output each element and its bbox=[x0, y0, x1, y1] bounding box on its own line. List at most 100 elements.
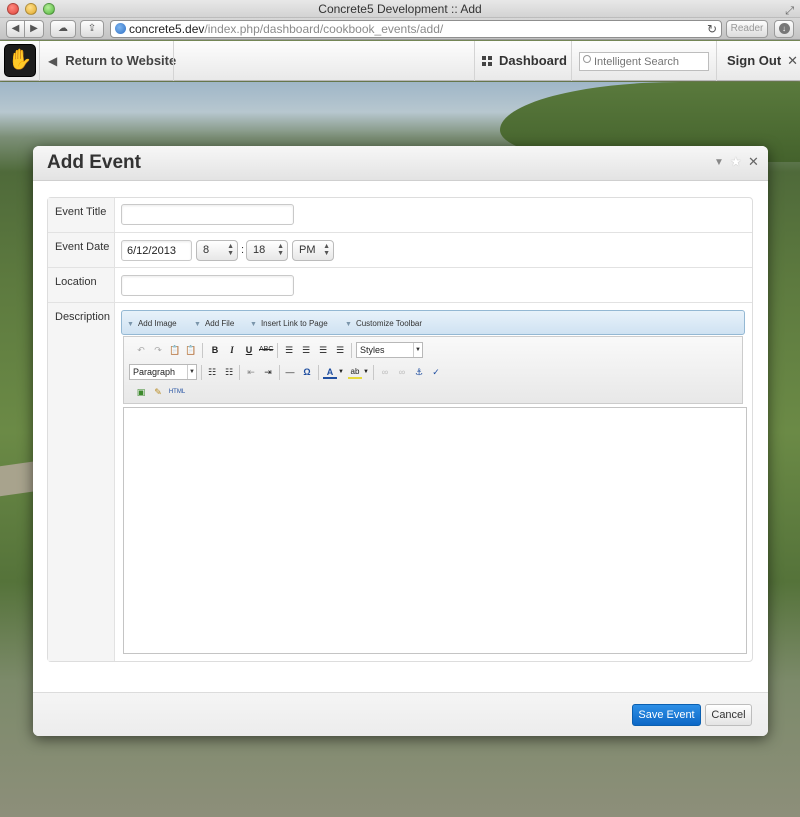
italic-icon[interactable]: I bbox=[225, 343, 239, 357]
insert-link-to-page-link[interactable]: ▼ Insert Link to Page bbox=[250, 319, 328, 328]
description-editor[interactable] bbox=[123, 407, 747, 654]
unlink-icon[interactable]: ∞ bbox=[395, 365, 409, 379]
forward-arrow-icon: ▶ bbox=[30, 23, 38, 34]
special-character-icon[interactable]: Ω bbox=[300, 365, 314, 379]
dialog-footer: Save Event Cancel bbox=[33, 692, 768, 736]
format-select-label: Paragraph bbox=[133, 367, 176, 377]
download-icon: ↓ bbox=[778, 23, 790, 34]
bold-icon[interactable]: B bbox=[208, 343, 222, 357]
sign-out-link[interactable]: Sign Out ✕ bbox=[727, 41, 798, 81]
add-file-link[interactable]: ▼ Add File bbox=[194, 319, 234, 328]
strikethrough-icon[interactable]: ABC bbox=[259, 343, 273, 357]
divider bbox=[571, 41, 572, 81]
ampm-value: PM bbox=[299, 244, 316, 256]
share-icon: ⇪ bbox=[87, 23, 97, 34]
spellcheck-icon[interactable]: ✓ bbox=[429, 365, 443, 379]
highlight-color-icon[interactable]: ab bbox=[348, 365, 362, 379]
customize-toolbar-link[interactable]: ▼ Customize Toolbar bbox=[345, 319, 422, 328]
underline-icon[interactable]: U bbox=[242, 343, 256, 357]
ampm-select[interactable]: PM ▲ ▼ bbox=[292, 240, 334, 261]
align-left-icon[interactable]: ☰ bbox=[282, 343, 296, 357]
intelligent-search-input[interactable] bbox=[579, 52, 709, 71]
back-button[interactable]: ◀ bbox=[6, 20, 25, 38]
description-label: Description bbox=[48, 303, 115, 661]
add-file-label: Add File bbox=[204, 319, 235, 328]
c5-logo-icon[interactable]: ✋ bbox=[4, 44, 36, 77]
toolbar-separator bbox=[318, 365, 319, 380]
close-icon[interactable]: ✕ bbox=[748, 154, 759, 170]
rich-text-toolbar: ↶ ↷ 📋 📋 B I U ABC ☰ ☰ ☰ ☰ Styles ▼ Parag… bbox=[123, 336, 743, 404]
add-image-link[interactable]: ▼ Add Image bbox=[127, 319, 177, 328]
numbered-list-icon[interactable]: ☷ bbox=[222, 365, 236, 379]
paste-word-icon[interactable]: 📋 bbox=[184, 343, 198, 357]
window-minimize-button[interactable] bbox=[25, 3, 37, 15]
dashboard-link[interactable]: Dashboard bbox=[482, 41, 567, 81]
customize-toolbar-label: Customize Toolbar bbox=[355, 319, 423, 328]
time-separator: : bbox=[241, 244, 245, 256]
minute-select[interactable]: 18 ▲ ▼ bbox=[246, 240, 288, 261]
align-justify-icon[interactable]: ☰ bbox=[333, 343, 347, 357]
link-icon[interactable]: ∞ bbox=[378, 365, 392, 379]
toolbar-separator bbox=[202, 343, 203, 358]
cancel-button[interactable]: Cancel bbox=[705, 704, 752, 726]
chevron-down-icon[interactable]: ▼ bbox=[337, 365, 345, 379]
anchor-icon[interactable]: ⚓ bbox=[412, 365, 426, 379]
share-button[interactable]: ⇪ bbox=[80, 20, 104, 38]
stepper-arrows-icon: ▲ ▼ bbox=[227, 243, 234, 257]
indent-icon[interactable]: ⇥ bbox=[261, 365, 275, 379]
signout-label: Sign Out bbox=[727, 53, 782, 68]
styles-select[interactable]: Styles ▼ bbox=[356, 342, 423, 358]
hour-value: 8 bbox=[203, 244, 210, 256]
text-color-icon[interactable]: A bbox=[323, 365, 337, 379]
insert-image-icon[interactable]: ▣ bbox=[134, 385, 148, 399]
close-icon: ✕ bbox=[787, 53, 799, 68]
divider bbox=[474, 41, 475, 81]
format-select[interactable]: Paragraph ▼ bbox=[129, 364, 197, 380]
triangle-down-icon: ▼ bbox=[345, 321, 352, 328]
location-input[interactable] bbox=[121, 275, 294, 296]
triangle-down-icon: ▼ bbox=[127, 321, 134, 328]
window-close-button[interactable] bbox=[7, 3, 19, 15]
url-path: /index.php/dashboard/cookbook_events/add… bbox=[204, 22, 444, 36]
redo-icon[interactable]: ↷ bbox=[151, 343, 165, 357]
return-to-website-link[interactable]: ◀ Return to Website bbox=[48, 41, 176, 81]
dialog-header: Add Event ▼ ★ ✕ bbox=[33, 146, 768, 181]
address-bar[interactable]: concrete5.dev/index.php/dashboard/cookbo… bbox=[110, 20, 722, 38]
reload-icon[interactable]: ↻ bbox=[707, 21, 717, 37]
html-source-button[interactable]: HTML bbox=[168, 385, 186, 399]
save-event-button[interactable]: Save Event bbox=[632, 704, 701, 726]
chevron-down-icon[interactable]: ▼ bbox=[714, 157, 724, 168]
editor-insert-bar: ▼ Add Image ▼ Add File ▼ Insert Link to Pag… bbox=[121, 310, 745, 335]
url-host: concrete5.dev bbox=[129, 22, 205, 36]
location-label: Location bbox=[48, 268, 115, 302]
bullet-list-icon[interactable]: ☷ bbox=[205, 365, 219, 379]
align-right-icon[interactable]: ☰ bbox=[316, 343, 330, 357]
search-icon bbox=[583, 55, 591, 63]
chevron-down-icon[interactable]: ▼ bbox=[362, 365, 370, 379]
globe-icon bbox=[115, 23, 126, 34]
triangle-down-icon: ▼ bbox=[250, 321, 257, 328]
icloud-tabs-button[interactable]: ☁ bbox=[50, 20, 76, 38]
undo-icon[interactable]: ↶ bbox=[134, 343, 148, 357]
hour-select[interactable]: 8 ▲ ▼ bbox=[196, 240, 238, 261]
toolbar-separator bbox=[373, 365, 374, 380]
dialog-title: Add Event bbox=[47, 152, 141, 173]
forward-button[interactable]: ▶ bbox=[25, 20, 44, 38]
window-zoom-button[interactable] bbox=[43, 3, 55, 15]
paste-text-icon[interactable]: 📋 bbox=[168, 343, 182, 357]
divider bbox=[173, 41, 174, 81]
cleanup-brush-icon[interactable]: ✎ bbox=[151, 385, 165, 399]
align-center-icon[interactable]: ☰ bbox=[299, 343, 313, 357]
window-title: Concrete5 Development :: Add bbox=[318, 2, 482, 16]
reader-button[interactable]: Reader bbox=[726, 20, 768, 38]
event-date-input[interactable] bbox=[121, 240, 192, 261]
event-title-input[interactable] bbox=[121, 204, 294, 225]
horizontal-rule-icon[interactable]: — bbox=[283, 365, 297, 379]
stepper-arrows-icon: ▲ ▼ bbox=[323, 243, 330, 257]
downloads-button[interactable]: ↓ bbox=[774, 20, 794, 38]
form-row-description: Description ▼ Add Image ▼ Add File ▼ Insert… bbox=[48, 303, 752, 661]
outdent-icon[interactable]: ⇤ bbox=[244, 365, 258, 379]
back-arrow-icon: ◀ bbox=[11, 23, 20, 34]
event-date-label: Event Date bbox=[48, 233, 115, 267]
star-icon[interactable]: ★ bbox=[730, 154, 742, 170]
